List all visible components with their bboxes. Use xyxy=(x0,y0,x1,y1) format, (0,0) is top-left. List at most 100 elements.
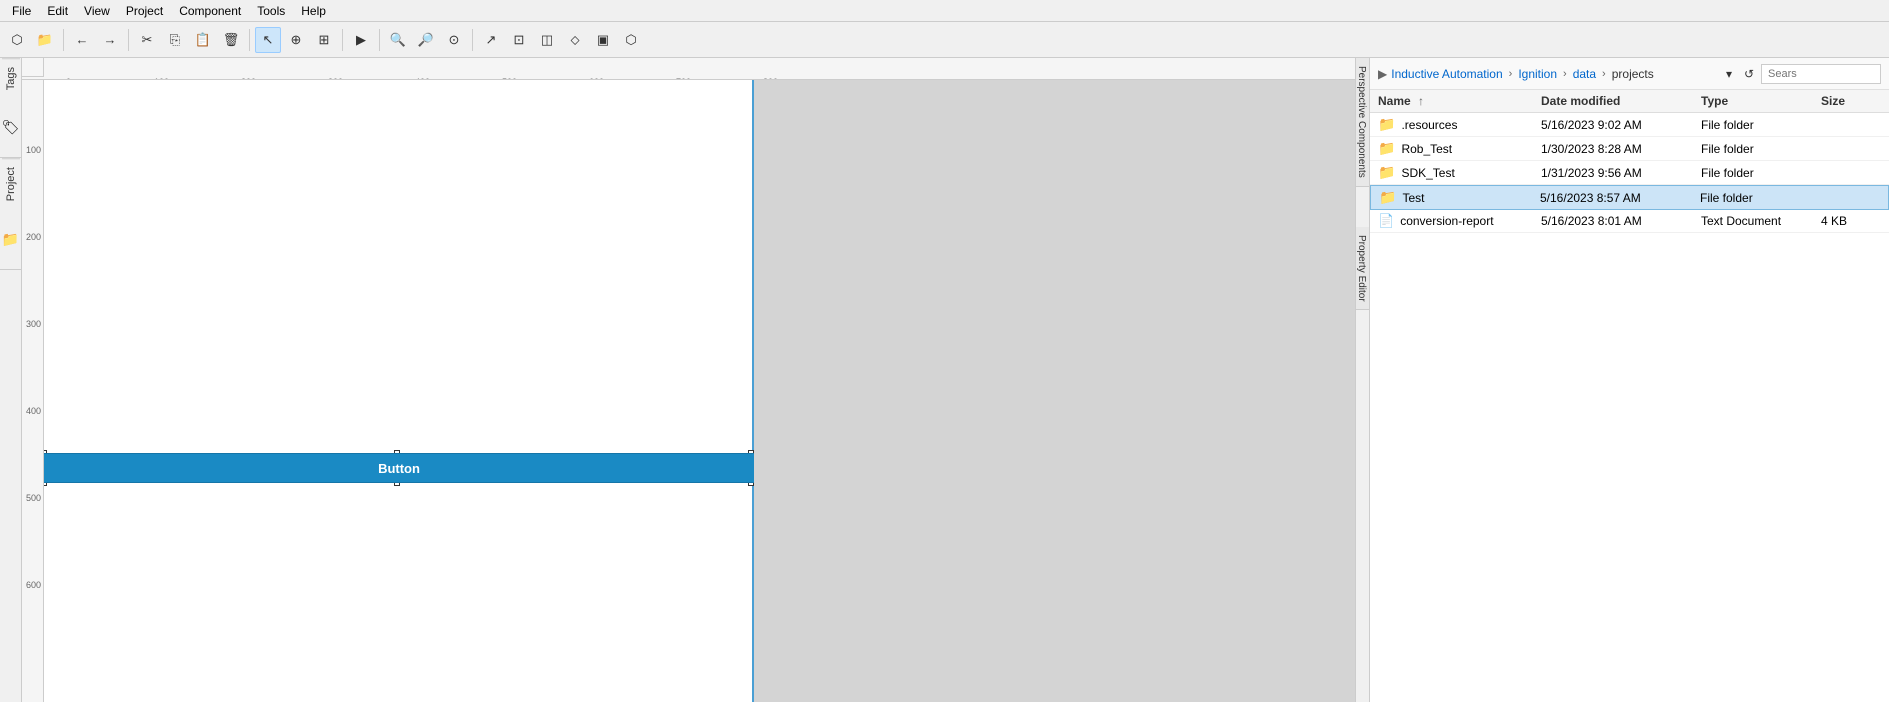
menu-file[interactable]: File xyxy=(4,2,39,20)
file-name-cell: 📁 Test xyxy=(1379,189,1540,206)
ruler-horizontal: 0 100 200 300 400 500 600 700 800 xyxy=(22,58,1355,80)
menu-component[interactable]: Component xyxy=(171,2,249,20)
folder-icon: 📁 xyxy=(1379,189,1396,206)
file-row[interactable]: 📁 .resources 5/16/2023 9:02 AM File fold… xyxy=(1370,113,1889,137)
file-name-cell: 📁 Rob_Test xyxy=(1378,140,1541,157)
breadcrumb-sep-1: › xyxy=(1509,68,1513,80)
delete-button[interactable]: 🗑 xyxy=(218,27,244,53)
file-list: 📁 .resources 5/16/2023 9:02 AM File fold… xyxy=(1370,113,1889,702)
file-type: Text Document xyxy=(1701,214,1821,228)
copy-button[interactable]: ⎘ xyxy=(162,27,188,53)
nav-refresh-btn[interactable]: ↺ xyxy=(1741,66,1757,82)
canvas-white-area xyxy=(44,80,754,702)
file-date: 1/31/2023 9:56 AM xyxy=(1541,166,1701,180)
zoom-in-button[interactable]: 🔍 xyxy=(385,27,411,53)
file-type: File folder xyxy=(1701,118,1821,132)
cut-button[interactable]: ✂ xyxy=(134,27,160,53)
col-type[interactable]: Type xyxy=(1701,94,1821,108)
move-tool-button[interactable]: ⊕ xyxy=(283,27,309,53)
embed-button[interactable]: ▣ xyxy=(590,27,616,53)
left-icon-1[interactable]: 🏷 xyxy=(0,98,21,158)
toolbar: ⬡ 📁 ← → ✂ ⎘ 📋 🗑 ↖ ⊕ ⊞ ▶ 🔍 🔎 ⊙ ↗ ⊡ ◫ ⬦ ▣ … xyxy=(0,22,1889,58)
file-row[interactable]: 📁 Rob_Test 1/30/2023 8:28 AM File folder xyxy=(1370,137,1889,161)
left-panel: Tags 🏷 Project 📁 xyxy=(0,58,22,702)
nav-dropdown-btn[interactable]: ▾ xyxy=(1721,66,1737,82)
file-row[interactable]: 📁 Test 5/16/2023 8:57 AM File folder xyxy=(1370,185,1889,210)
open-button[interactable]: 📁 xyxy=(32,27,58,53)
col-name[interactable]: Name ↑ xyxy=(1378,94,1541,108)
folder-icon: 📁 xyxy=(1378,164,1395,181)
perspective-components-tab[interactable]: Perspective Components xyxy=(1356,58,1369,187)
menu-project[interactable]: Project xyxy=(118,2,171,20)
file-type: File folder xyxy=(1701,142,1821,156)
menu-tools[interactable]: Tools xyxy=(249,2,293,20)
document-icon: 📄 xyxy=(1378,213,1394,229)
vmark-600: 600 xyxy=(26,580,41,590)
menu-bar: File Edit View Project Component Tools H… xyxy=(0,0,1889,22)
toolbar-sep-6 xyxy=(472,29,473,51)
file-name: Rob_Test xyxy=(1401,142,1452,156)
file-name: Test xyxy=(1402,191,1424,205)
ruler-corner xyxy=(22,58,44,77)
file-date: 5/16/2023 8:57 AM xyxy=(1540,191,1700,205)
vmark-200: 200 xyxy=(26,232,41,242)
breadcrumb-sep-2: › xyxy=(1563,68,1567,80)
project-tab[interactable]: Project xyxy=(2,158,20,209)
ruler-vertical: 100 200 300 400 500 600 xyxy=(22,80,44,702)
tags-tab[interactable]: Tags xyxy=(2,58,20,98)
canvas-with-ruler: 100 200 300 400 500 600 xyxy=(22,80,1355,702)
select2-button[interactable]: ⊡ xyxy=(506,27,532,53)
redo-button[interactable]: → xyxy=(97,27,123,53)
toolbar-sep-2 xyxy=(128,29,129,51)
file-row[interactable]: 📄 conversion-report 5/16/2023 8:01 AM Te… xyxy=(1370,210,1889,233)
col-date-modified[interactable]: Date modified xyxy=(1541,94,1701,108)
align-button[interactable]: ⊞ xyxy=(311,27,337,53)
file-row[interactable]: 📁 SDK_Test 1/31/2023 9:56 AM File folder xyxy=(1370,161,1889,185)
undo-button[interactable]: ← xyxy=(69,27,95,53)
new-button[interactable]: ⬡ xyxy=(4,27,30,53)
search-input[interactable] xyxy=(1761,64,1881,84)
vmark-300: 300 xyxy=(26,319,41,329)
file-type: File folder xyxy=(1700,191,1820,205)
zoom-out-button[interactable]: 🔎 xyxy=(413,27,439,53)
sort-arrow: ↑ xyxy=(1418,94,1424,108)
left-icon-2[interactable]: 📁 xyxy=(0,210,21,270)
file-size: 4 KB xyxy=(1821,214,1881,228)
canvas[interactable]: Button xyxy=(44,80,1355,702)
breadcrumb-ignition[interactable]: Ignition xyxy=(1518,67,1557,81)
canvas-button[interactable]: Button xyxy=(44,453,754,483)
vmark-400: 400 xyxy=(26,406,41,416)
vmark-500: 500 xyxy=(26,493,41,503)
toolbar-sep-4 xyxy=(342,29,343,51)
property-editor-tab[interactable]: Property Editor xyxy=(1356,227,1369,311)
screen-button[interactable]: ⬦ xyxy=(562,27,588,53)
file-browser-nav: ▶ Inductive Automation › Ignition › data… xyxy=(1370,58,1889,90)
breadcrumb-data[interactable]: data xyxy=(1573,67,1596,81)
main-area: Tags 🏷 Project 📁 0 100 200 300 400 500 6… xyxy=(0,58,1889,702)
menu-edit[interactable]: Edit xyxy=(39,2,76,20)
breadcrumb-arrow: ▶ xyxy=(1378,67,1387,81)
zoom-reset-button[interactable]: ⊙ xyxy=(441,27,467,53)
file-name-cell: 📁 .resources xyxy=(1378,116,1541,133)
run-button[interactable]: ▶ xyxy=(348,27,374,53)
pointer-button[interactable]: ↗ xyxy=(478,27,504,53)
menu-view[interactable]: View xyxy=(76,2,118,20)
right-side-panels: Perspective Components Property Editor xyxy=(1355,58,1369,702)
nav-controls: ▾ ↺ xyxy=(1721,64,1881,84)
col-size[interactable]: Size xyxy=(1821,94,1881,108)
breadcrumb-projects: projects xyxy=(1612,67,1654,81)
select-tool-button[interactable]: ↖ xyxy=(255,27,281,53)
file-date: 5/16/2023 9:02 AM xyxy=(1541,118,1701,132)
file-date: 1/30/2023 8:28 AM xyxy=(1541,142,1701,156)
paste-button[interactable]: 📋 xyxy=(190,27,216,53)
file-name-cell: 📄 conversion-report xyxy=(1378,213,1541,229)
component2-button[interactable]: ◫ xyxy=(534,27,560,53)
toolbar-sep-5 xyxy=(379,29,380,51)
popup-button[interactable]: ⬡ xyxy=(618,27,644,53)
menu-help[interactable]: Help xyxy=(293,2,334,20)
file-name: .resources xyxy=(1401,118,1457,132)
toolbar-sep-3 xyxy=(249,29,250,51)
breadcrumb-inductive-automation[interactable]: Inductive Automation xyxy=(1391,67,1502,81)
file-type: File folder xyxy=(1701,166,1821,180)
file-name-cell: 📁 SDK_Test xyxy=(1378,164,1541,181)
